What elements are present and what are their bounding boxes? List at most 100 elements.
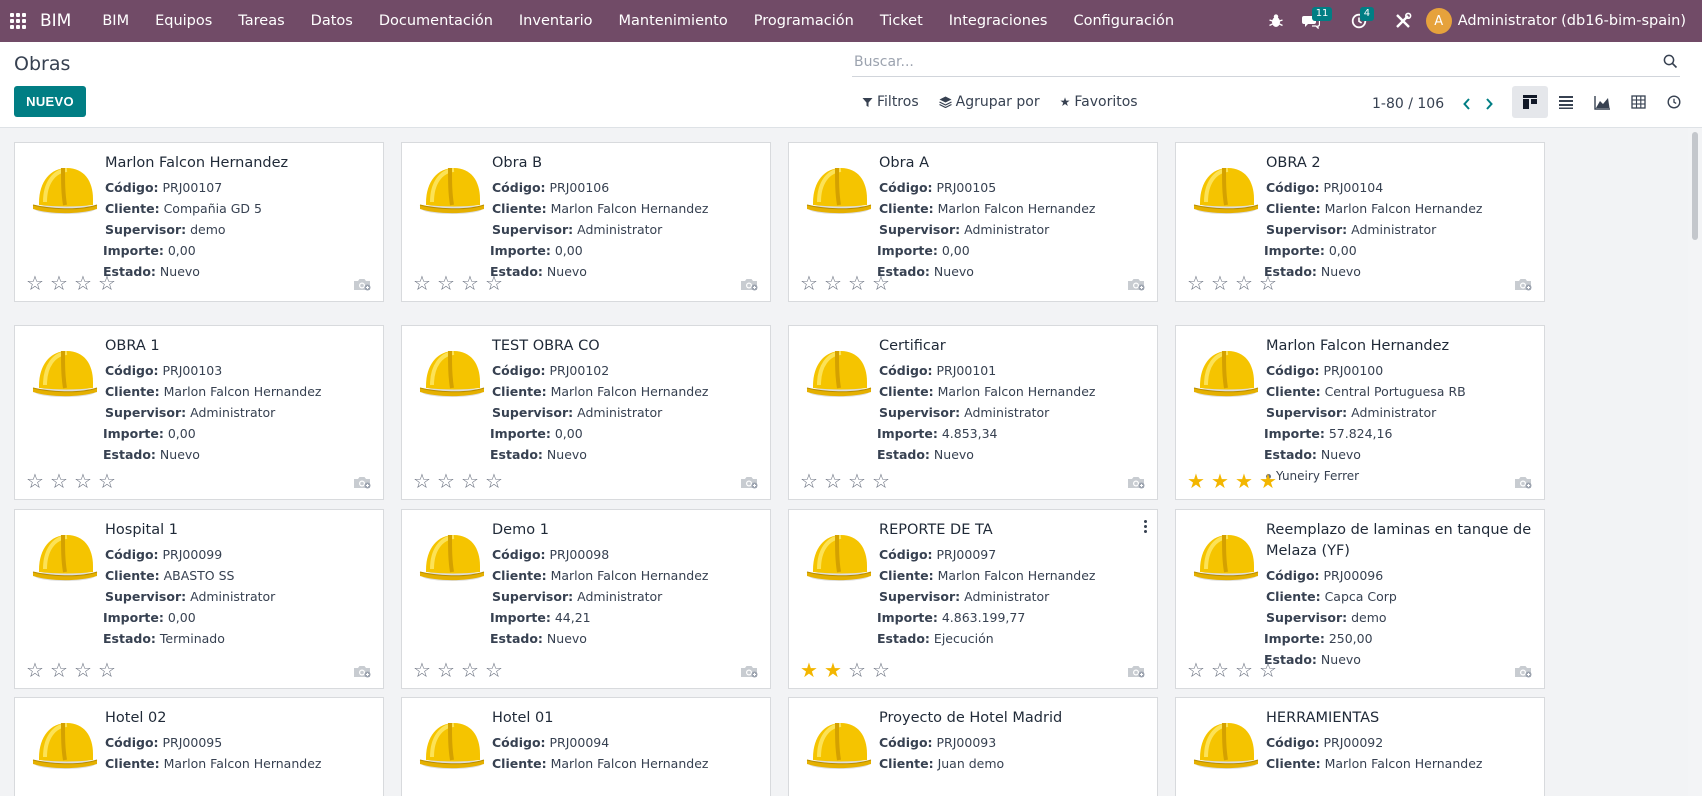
filters-dropdown[interactable]: Filtros — [862, 94, 919, 110]
star-icon[interactable]: ☆ — [482, 273, 506, 293]
menu-item-ticket[interactable]: Ticket — [867, 0, 936, 42]
star-icon[interactable]: ☆ — [1184, 273, 1208, 293]
kanban-card[interactable]: Demo 1 Código: PRJ00098 Cliente: Marlon Fa… — [401, 509, 771, 689]
messages-button[interactable]: 11 — [1298, 0, 1333, 42]
star-icon[interactable]: ☆ — [821, 273, 845, 293]
pager-next-button[interactable] — [1478, 94, 1500, 114]
menu-item-programación[interactable]: Programación — [741, 0, 867, 42]
star-icon[interactable]: ☆ — [410, 471, 434, 491]
pager-value[interactable]: 1-80 / 106 — [1372, 96, 1444, 112]
menu-item-integraciones[interactable]: Integraciones — [936, 0, 1061, 42]
star-icon[interactable]: ☆ — [410, 273, 434, 293]
apps-menu-button[interactable] — [2, 0, 34, 42]
menu-item-tareas[interactable]: Tareas — [225, 0, 297, 42]
menu-item-equipos[interactable]: Equipos — [142, 0, 225, 42]
star-icon[interactable]: ☆ — [458, 273, 482, 293]
star-icon[interactable]: ☆ — [869, 471, 893, 491]
star-icon[interactable]: ☆ — [95, 273, 119, 293]
activities-button[interactable]: 4 — [1346, 0, 1380, 42]
star-icon[interactable]: ☆ — [845, 273, 869, 293]
kanban-card[interactable]: TEST OBRA CO Código: PRJ00102 Cliente: Mar… — [401, 325, 771, 500]
star-icon[interactable]: ☆ — [1256, 660, 1280, 680]
star-icon[interactable]: ★ — [1184, 471, 1208, 491]
graph-view-button[interactable] — [1584, 86, 1620, 118]
kanban-card[interactable]: Hotel 01 Código: PRJ00094 Cliente: Marlon … — [401, 697, 771, 796]
menu-item-bim[interactable]: BIM — [89, 0, 142, 42]
kanban-card[interactable]: Hospital 1 Código: PRJ00099 Cliente: ABAST… — [14, 509, 384, 689]
camera-icon[interactable] — [740, 474, 758, 489]
activity-view-button[interactable] — [1656, 86, 1692, 118]
avatar[interactable]: A — [1425, 8, 1452, 34]
new-record-button[interactable]: NUEVO — [14, 86, 86, 117]
star-icon[interactable]: ☆ — [1184, 660, 1208, 680]
star-icon[interactable]: ☆ — [71, 471, 95, 491]
star-icon[interactable]: ☆ — [845, 660, 869, 680]
star-icon[interactable]: ☆ — [797, 471, 821, 491]
star-icon[interactable]: ☆ — [869, 273, 893, 293]
kanban-card[interactable]: Reemplazo de laminas en tanque de Melaza… — [1175, 509, 1545, 689]
camera-icon[interactable] — [353, 474, 371, 489]
group-by-dropdown[interactable]: Agrupar por — [938, 94, 1040, 110]
star-icon[interactable]: ☆ — [458, 471, 482, 491]
star-icon[interactable]: ☆ — [458, 660, 482, 680]
kanban-card[interactable]: Marlon Falcon Hernandez Código: PRJ00100 C… — [1175, 325, 1545, 500]
star-icon[interactable]: ☆ — [869, 660, 893, 680]
star-icon[interactable]: ☆ — [71, 273, 95, 293]
tools-button[interactable] — [1394, 0, 1412, 42]
star-icon[interactable]: ☆ — [1256, 273, 1280, 293]
search-input[interactable] — [852, 53, 1660, 70]
star-icon[interactable]: ☆ — [23, 660, 47, 680]
camera-icon[interactable] — [1127, 276, 1145, 291]
star-icon[interactable]: ★ — [797, 660, 821, 680]
star-icon[interactable]: ☆ — [797, 273, 821, 293]
kanban-card[interactable]: HERRAMIENTAS Código: PRJ00092 Cliente: Mar… — [1175, 697, 1545, 796]
star-icon[interactable]: ☆ — [434, 273, 458, 293]
camera-icon[interactable] — [1514, 474, 1532, 489]
star-icon[interactable]: ☆ — [482, 660, 506, 680]
user-menu-name[interactable]: Administrator (db16-bim-spain) — [1458, 13, 1686, 29]
camera-icon[interactable] — [740, 663, 758, 678]
star-icon[interactable]: ☆ — [434, 471, 458, 491]
camera-icon[interactable] — [740, 276, 758, 291]
star-icon[interactable]: ☆ — [434, 660, 458, 680]
star-icon[interactable]: ★ — [1256, 471, 1280, 491]
star-icon[interactable]: ☆ — [23, 273, 47, 293]
camera-icon[interactable] — [1514, 663, 1532, 678]
star-icon[interactable]: ☆ — [95, 471, 119, 491]
menu-item-configuración[interactable]: Configuración — [1060, 0, 1187, 42]
app-brand[interactable]: BIM — [40, 11, 71, 31]
kanban-card[interactable]: Hotel 02 Código: PRJ00095 Cliente: Marlon … — [14, 697, 384, 796]
kanban-card[interactable]: OBRA 1 Código: PRJ00103 Cliente: Marlon Fa… — [14, 325, 384, 500]
star-icon[interactable]: ☆ — [1232, 273, 1256, 293]
menu-item-documentación[interactable]: Documentación — [366, 0, 506, 42]
kanban-card[interactable]: REPORTE DE TA Código: PRJ00097 Cliente: Ma… — [788, 509, 1158, 689]
kanban-view-button[interactable] — [1512, 86, 1548, 118]
menu-item-inventario[interactable]: Inventario — [506, 0, 606, 42]
star-icon[interactable]: ☆ — [845, 471, 869, 491]
camera-icon[interactable] — [1127, 474, 1145, 489]
kanban-card[interactable]: Marlon Falcon Hernandez Código: PRJ00107 C… — [14, 142, 384, 302]
search-button[interactable] — [1660, 52, 1680, 72]
kanban-card[interactable]: OBRA 2 Código: PRJ00104 Cliente: Marlon Fa… — [1175, 142, 1545, 302]
star-icon[interactable]: ☆ — [47, 471, 71, 491]
scrollbar-thumb[interactable] — [1692, 132, 1698, 240]
star-icon[interactable]: ☆ — [95, 660, 119, 680]
star-icon[interactable]: ☆ — [1232, 660, 1256, 680]
kanban-card[interactable]: Obra A Código: PRJ00105 Cliente: Marlon Fa… — [788, 142, 1158, 302]
kanban-card[interactable]: Certificar Código: PRJ00101 Cliente: Marlo… — [788, 325, 1158, 500]
star-icon[interactable]: ☆ — [1208, 273, 1232, 293]
card-dropdown-toggle[interactable] — [1143, 520, 1147, 533]
star-icon[interactable]: ☆ — [482, 471, 506, 491]
star-icon[interactable]: ☆ — [410, 660, 434, 680]
kanban-card[interactable]: Proyecto de Hotel Madrid Código: PRJ00093… — [788, 697, 1158, 796]
star-icon[interactable]: ☆ — [821, 471, 845, 491]
star-icon[interactable]: ☆ — [71, 660, 95, 680]
menu-item-datos[interactable]: Datos — [298, 0, 366, 42]
menu-item-mantenimiento[interactable]: Mantenimiento — [606, 0, 741, 42]
camera-icon[interactable] — [353, 663, 371, 678]
debug-button[interactable] — [1268, 0, 1284, 42]
star-icon[interactable]: ★ — [821, 660, 845, 680]
favorites-dropdown[interactable]: ★ Favoritos — [1060, 94, 1138, 110]
star-icon[interactable]: ☆ — [23, 471, 47, 491]
pivot-view-button[interactable] — [1620, 86, 1656, 118]
